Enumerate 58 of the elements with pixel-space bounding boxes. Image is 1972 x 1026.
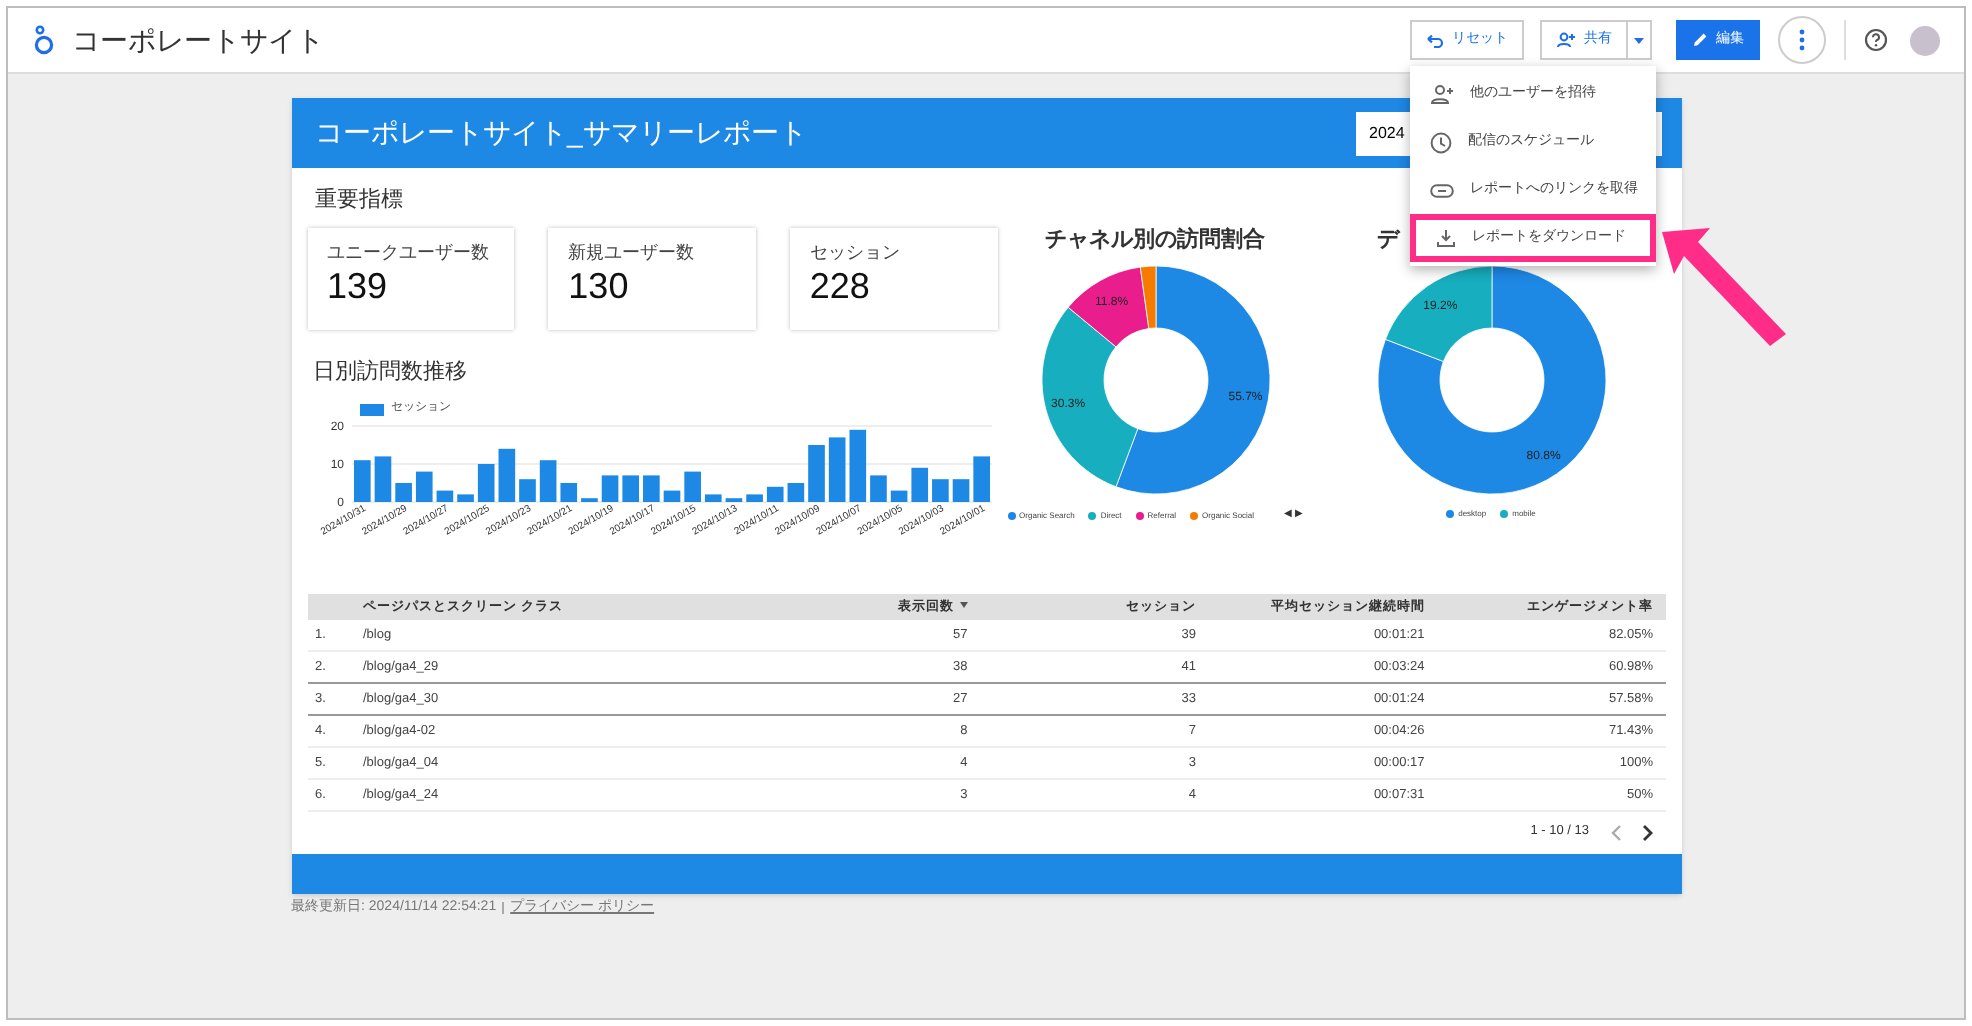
bar: [683, 471, 700, 502]
metric-label: ユニークユーザー数: [327, 239, 491, 265]
bar: [972, 456, 989, 502]
bar: [745, 494, 762, 502]
bar: [807, 445, 824, 502]
link-icon: [1430, 183, 1454, 197]
more-vertical-icon: [1798, 28, 1806, 52]
bar: [373, 456, 391, 502]
person-add-icon: [1430, 84, 1454, 104]
chart-title: チャネル別の訪問割合: [1045, 225, 1265, 256]
bar: [848, 429, 866, 502]
next-page-icon[interactable]: [1641, 823, 1653, 841]
bar: [559, 483, 577, 502]
download-icon: [1436, 228, 1456, 248]
clock-icon: [1430, 131, 1452, 153]
bar: [538, 460, 556, 502]
bar: [621, 475, 639, 502]
bar: [662, 490, 680, 502]
bar: [951, 479, 969, 502]
app-title: コーポレートサイト: [72, 21, 324, 59]
pencil-icon: [1692, 32, 1708, 48]
bar: [353, 460, 370, 502]
bar: [394, 483, 411, 502]
bar: [910, 467, 928, 502]
bar: [476, 464, 494, 502]
bar: [786, 483, 804, 502]
section-title: 重要指標: [315, 186, 405, 216]
bar: [435, 490, 453, 502]
legend-swatch: [359, 403, 383, 415]
bar: [703, 494, 721, 502]
metric-value: 139: [327, 266, 390, 306]
chart-title: デ: [1377, 226, 1399, 256]
metric-label: 新規ユーザー数: [568, 239, 697, 265]
bar: [889, 490, 907, 502]
sort-descending-icon: [959, 602, 968, 609]
person-add-icon: [1556, 32, 1576, 48]
bar: [414, 471, 432, 502]
bar: [827, 437, 845, 502]
bar: [642, 475, 659, 502]
bar: [869, 475, 886, 502]
logo-icon: [32, 24, 56, 56]
share-dropdown-button[interactable]: [1628, 20, 1652, 60]
chart-title: 日別訪問数推移: [313, 357, 469, 387]
undo-icon: [1426, 33, 1444, 47]
bar: [518, 479, 535, 502]
pointer-arrow: [1658, 224, 1790, 348]
metric-value: 130: [568, 266, 631, 306]
help-icon[interactable]: [1864, 28, 1888, 52]
metric-label: セッション: [809, 239, 902, 265]
more-button[interactable]: [1778, 16, 1826, 64]
report-title: コーポレートサイト_サマリーレポート: [315, 114, 807, 152]
metric-value: 228: [809, 266, 872, 306]
caret-down-icon: [1634, 37, 1644, 43]
bar: [765, 486, 783, 502]
bar: [600, 475, 618, 502]
bar: [931, 479, 948, 502]
bar: [497, 448, 515, 502]
bar: [456, 494, 473, 502]
